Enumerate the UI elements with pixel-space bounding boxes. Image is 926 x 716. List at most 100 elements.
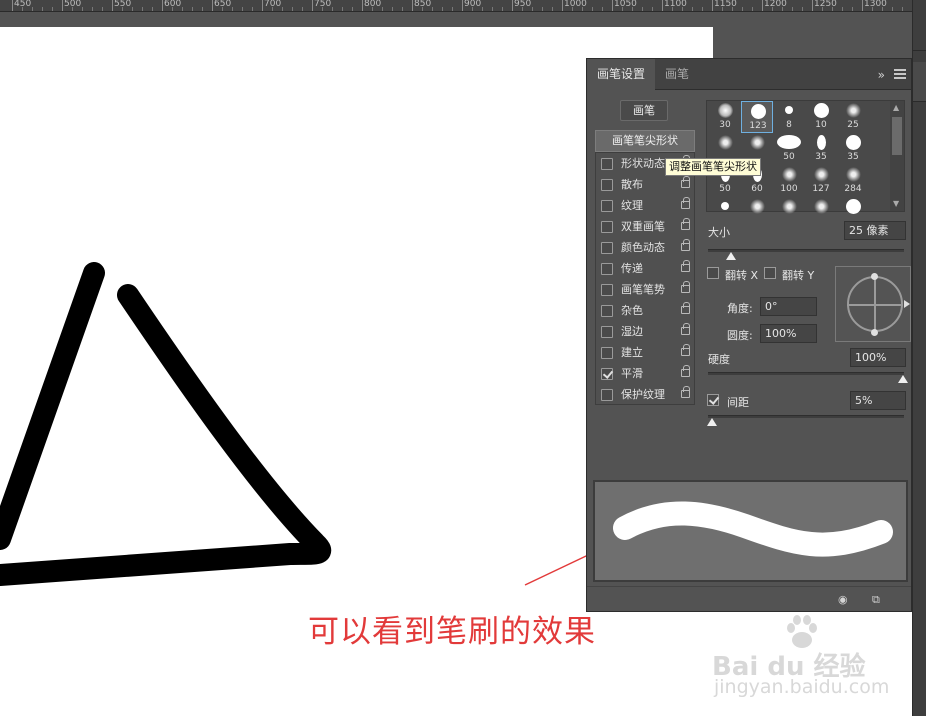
brush-preset[interactable]: 100 (773, 165, 805, 197)
lock-icon[interactable] (681, 239, 690, 251)
lock-icon[interactable] (681, 365, 690, 377)
brush-preset[interactable]: 127 (805, 165, 837, 197)
angle-roundness-widget[interactable] (835, 266, 911, 342)
lock-icon[interactable] (681, 218, 690, 230)
new-brush-icon[interactable]: ⧉ (872, 593, 880, 607)
collapse-icon[interactable]: » (878, 68, 885, 82)
brush-preset[interactable]: 10 (805, 101, 837, 133)
brush-preset[interactable]: 30 (709, 101, 741, 133)
watermark-url: jingyan.baidu.com (714, 676, 890, 698)
ruler-minor-tick (682, 7, 683, 11)
brushes-button[interactable]: 画笔 (620, 100, 668, 121)
ruler-minor-tick (602, 7, 603, 11)
brush-preset[interactable]: 123 (741, 101, 773, 133)
brush-tip-shape-item[interactable]: 画笔笔尖形状 (595, 130, 695, 152)
scroll-up-icon[interactable]: ▲ (893, 103, 899, 112)
tab-brushes[interactable]: 画笔 (655, 59, 699, 90)
roundness-handle-top[interactable] (871, 273, 878, 280)
flip-x-checkbox[interactable] (707, 267, 719, 279)
brush-option-row[interactable]: 画笔笔势 (596, 280, 694, 301)
brush-option-row[interactable]: 双重画笔 (596, 217, 694, 238)
panel-menu-icon[interactable] (894, 69, 906, 79)
lock-icon[interactable] (681, 197, 690, 209)
lock-icon[interactable] (681, 281, 690, 293)
hardness-slider-track[interactable] (708, 372, 904, 375)
ruler-minor-tick (492, 7, 493, 11)
option-checkbox[interactable] (601, 368, 613, 380)
brush-preset[interactable] (741, 197, 773, 229)
spacing-field[interactable]: 5% (850, 391, 906, 410)
ruler-minor-tick (822, 7, 823, 11)
brush-preset[interactable]: 35 (837, 133, 869, 165)
brush-size-label: 50 (783, 152, 795, 162)
brush-option-row[interactable]: 保护纹理 (596, 385, 694, 406)
angle-field[interactable]: 0° (760, 297, 817, 316)
lock-icon[interactable] (681, 260, 690, 272)
ruler-minor-tick (622, 7, 623, 11)
lock-icon[interactable] (681, 302, 690, 314)
ruler-minor-tick (632, 7, 633, 11)
brush-size-label: 25 (847, 120, 859, 130)
baidu-jingyan-watermark: Bai du 经验 jingyan.baidu.com (712, 612, 889, 702)
option-checkbox[interactable] (601, 284, 613, 296)
flip-y-checkbox[interactable] (764, 267, 776, 279)
brush-preset[interactable]: 50 (773, 133, 805, 165)
hardness-label: 硬度 (708, 353, 730, 366)
lock-icon[interactable] (681, 344, 690, 356)
hardness-field[interactable]: 100% (850, 348, 906, 367)
brush-size-label: 30 (719, 120, 731, 130)
brush-tip-icon (751, 104, 766, 119)
ruler-minor-tick (902, 7, 903, 11)
size-slider-track[interactable] (708, 249, 904, 252)
roundness-handle-bottom[interactable] (871, 329, 878, 336)
brush-option-row[interactable]: 杂色 (596, 301, 694, 322)
brush-option-row[interactable]: 传递 (596, 259, 694, 280)
toggle-preview-icon[interactable]: ◉ (838, 593, 848, 606)
brush-option-row[interactable]: 散布 (596, 175, 694, 196)
brush-option-row[interactable]: 纹理 (596, 196, 694, 217)
option-checkbox[interactable] (601, 158, 613, 170)
option-checkbox[interactable] (601, 221, 613, 233)
lock-icon[interactable] (681, 323, 690, 335)
preset-scrollbar[interactable]: ▲ ▼ (890, 101, 904, 211)
brush-option-row[interactable]: 建立 (596, 343, 694, 364)
option-checkbox[interactable] (601, 242, 613, 254)
brush-option-row[interactable]: 颜色动态 (596, 238, 694, 259)
brush-preset[interactable] (773, 197, 805, 229)
spacing-label: 间距 (727, 396, 749, 409)
angle-arrow-icon[interactable] (904, 300, 910, 308)
scroll-down-icon[interactable]: ▼ (893, 199, 899, 208)
roundness-field[interactable]: 100% (760, 324, 817, 343)
option-checkbox[interactable] (601, 389, 613, 401)
brush-option-row[interactable]: 平滑 (596, 364, 694, 385)
spacing-slider-handle[interactable] (707, 418, 717, 426)
option-checkbox[interactable] (601, 347, 613, 359)
option-checkbox[interactable] (601, 305, 613, 317)
flip-y-label: 翻转 Y (782, 269, 815, 282)
ruler-minor-tick (422, 7, 423, 11)
scroll-thumb[interactable] (892, 117, 902, 155)
option-checkbox[interactable] (601, 263, 613, 275)
angle-label: 角度: (727, 302, 753, 315)
brush-preset[interactable]: 35 (805, 133, 837, 165)
option-checkbox[interactable] (601, 200, 613, 212)
brush-preset[interactable]: 284 (837, 165, 869, 197)
option-checkbox[interactable] (601, 326, 613, 338)
spacing-slider-track[interactable] (708, 415, 904, 418)
size-field[interactable]: 25 像素 (844, 221, 906, 240)
tab-brush-settings[interactable]: 画笔设置 (587, 59, 656, 91)
option-checkbox[interactable] (601, 179, 613, 191)
brush-settings-panel: 画笔设置 画笔 » 画笔 画笔笔尖形状 形状动态 散布 纹理 双重画笔 颜色动态 传递 画笔… (586, 58, 912, 612)
lock-icon[interactable] (681, 176, 690, 188)
brush-tip-icon (782, 167, 797, 182)
ruler-minor-tick (522, 7, 523, 11)
brush-preset[interactable] (805, 197, 837, 229)
size-slider-handle[interactable] (726, 252, 736, 260)
spacing-checkbox[interactable] (707, 394, 719, 406)
brush-preset[interactable]: 25 (837, 101, 869, 133)
hardness-slider-handle[interactable] (898, 375, 908, 383)
brush-option-row[interactable]: 湿边 (596, 322, 694, 343)
collapsed-panel-button[interactable] (913, 62, 926, 102)
brush-preset[interactable]: 8 (773, 101, 805, 133)
lock-icon[interactable] (681, 386, 690, 398)
